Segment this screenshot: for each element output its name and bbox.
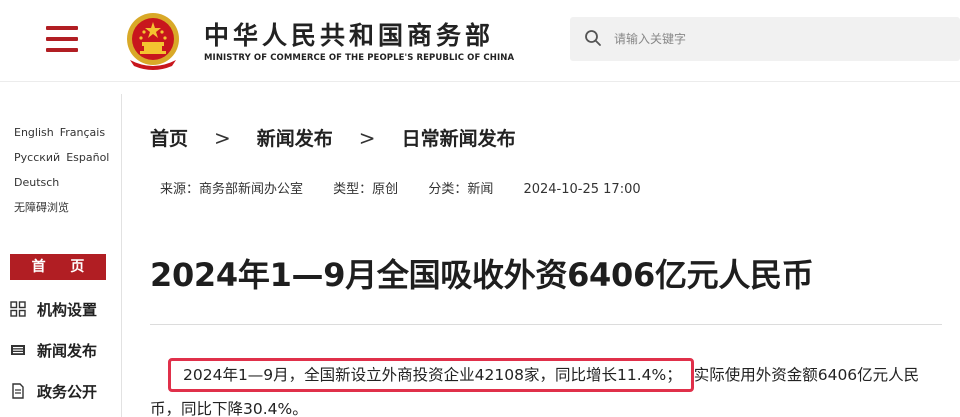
document-icon	[12, 383, 24, 399]
language-links: English Français Русский Español Deutsch 无…	[14, 120, 115, 220]
meta-datetime: 2024-10-25 17:00	[523, 182, 641, 197]
search-input[interactable]	[614, 27, 944, 51]
sidebar-item-government-affairs[interactable]: 政务公开	[10, 378, 97, 404]
breadcrumb-separator: >	[358, 125, 376, 150]
article-paragraph: 2024年1—9月，全国新设立外商投资企业42108家，同比增长11.4%； 实际…	[150, 358, 940, 417]
menu-icon[interactable]	[46, 26, 78, 52]
sidebar-item-organization[interactable]: 机构设置	[10, 296, 97, 322]
divider	[150, 324, 942, 325]
sidebar-item-label: 新闻发布	[37, 341, 98, 360]
lang-french-link[interactable]: Français	[60, 126, 105, 139]
lang-german-link[interactable]: Deutsch	[14, 176, 59, 189]
breadcrumb-news[interactable]: 新闻发布	[257, 124, 333, 151]
breadcrumb: 首页 > 新闻发布 > 日常新闻发布	[150, 124, 516, 151]
site-header: 中华人民共和国商务部 MINISTRY OF COMMERCE OF THE P…	[0, 0, 960, 82]
main-content: 首页 > 新闻发布 > 日常新闻发布 来源：商务部新闻办公室 类型：原创 分类：…	[150, 94, 950, 417]
article-title: 2024年1—9月全国吸收外资6406亿元人民币	[150, 256, 814, 294]
site-title: 中华人民共和国商务部	[204, 21, 495, 50]
newspaper-icon	[11, 345, 25, 355]
search-box	[570, 17, 960, 61]
grid-icon	[10, 301, 26, 317]
meta-type: 类型：原创	[333, 182, 399, 197]
sidebar-item-label: 政务公开	[37, 382, 98, 401]
sidebar-item-label: 机构设置	[37, 300, 98, 319]
meta-source: 来源：商务部新闻办公室	[160, 182, 304, 197]
sidebar-item-news[interactable]: 新闻发布	[10, 337, 97, 363]
breadcrumb-home[interactable]: 首页	[150, 124, 188, 151]
accessible-browse-link[interactable]: 无障碍浏览	[14, 201, 69, 214]
meta-category: 分类：新闻	[428, 182, 494, 197]
search-icon[interactable]	[584, 29, 602, 47]
breadcrumb-daily-news[interactable]: 日常新闻发布	[402, 124, 516, 151]
article-meta: 来源：商务部新闻办公室 类型：原创 分类：新闻 2024-10-25 17:00	[160, 178, 667, 197]
lang-russian-link[interactable]: Русский	[14, 151, 60, 164]
breadcrumb-separator: >	[214, 125, 231, 150]
lang-english-link[interactable]: English	[14, 126, 54, 139]
national-emblem-icon[interactable]	[122, 10, 184, 72]
sidebar: English Français Русский Español Deutsch 无…	[0, 94, 122, 417]
lang-spanish-link[interactable]: Español	[66, 151, 109, 164]
sidebar-home-button[interactable]: 首 页	[10, 254, 106, 280]
highlighted-sentence: 2024年1—9月，全国新设立外商投资企业42108家，同比增长11.4%；	[168, 358, 694, 392]
site-subtitle: MINISTRY OF COMMERCE OF THE PEOPLE'S REP…	[204, 53, 515, 63]
